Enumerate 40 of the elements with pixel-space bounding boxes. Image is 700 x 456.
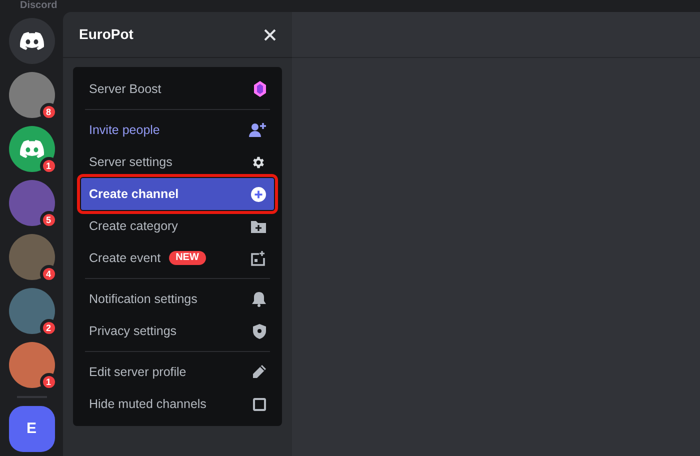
notification-badge: 4 [40, 265, 58, 283]
notification-badge: 5 [40, 211, 58, 229]
menu-item[interactable]: Notification settings [81, 283, 274, 315]
add-folder-icon [251, 220, 266, 232]
menu-item[interactable]: Create category [81, 210, 274, 242]
shield-icon [253, 324, 266, 338]
add-person-icon [249, 123, 266, 137]
server-avatar[interactable] [8, 72, 54, 118]
menu-item[interactable]: Create event NEW [81, 242, 274, 274]
new-badge: NEW [168, 251, 206, 265]
settings-icon [251, 154, 266, 170]
pencil-icon [252, 365, 266, 379]
home-button[interactable] [8, 18, 54, 64]
notification-badge: 1 [40, 373, 58, 391]
gem-icon [254, 81, 266, 97]
menu-item[interactable]: Server Boost [81, 73, 274, 105]
notification-badge: 1 [40, 157, 58, 175]
server-avatar[interactable] [8, 180, 54, 226]
menu-item[interactable]: Hide muted channels [81, 388, 274, 420]
server-icon[interactable]: E [8, 406, 54, 452]
close-icon[interactable] [264, 28, 276, 40]
server-avatar[interactable] [8, 342, 54, 388]
menu-item[interactable]: Edit server profile [81, 356, 274, 388]
server-icon[interactable] [8, 126, 54, 172]
menu-item[interactable]: Privacy settings [81, 315, 274, 347]
server-avatar[interactable] [8, 234, 54, 280]
checkbox[interactable] [253, 398, 266, 410]
notification-badge: 2 [40, 319, 58, 337]
add-circle-icon [251, 186, 266, 202]
app-title: Discord [20, 1, 58, 11]
server-avatar[interactable] [8, 288, 54, 334]
menu-item[interactable]: Invite people [81, 114, 274, 146]
bell-icon [252, 292, 266, 306]
server-name: EuroPot [79, 25, 134, 44]
discord-logo-icon [20, 137, 44, 161]
calendar-add-icon [251, 250, 266, 266]
menu-item[interactable]: Create channel [81, 178, 274, 210]
discord-logo-icon [20, 29, 44, 53]
menu-item[interactable]: Server settings [81, 146, 274, 178]
notification-badge: 8 [40, 103, 58, 121]
